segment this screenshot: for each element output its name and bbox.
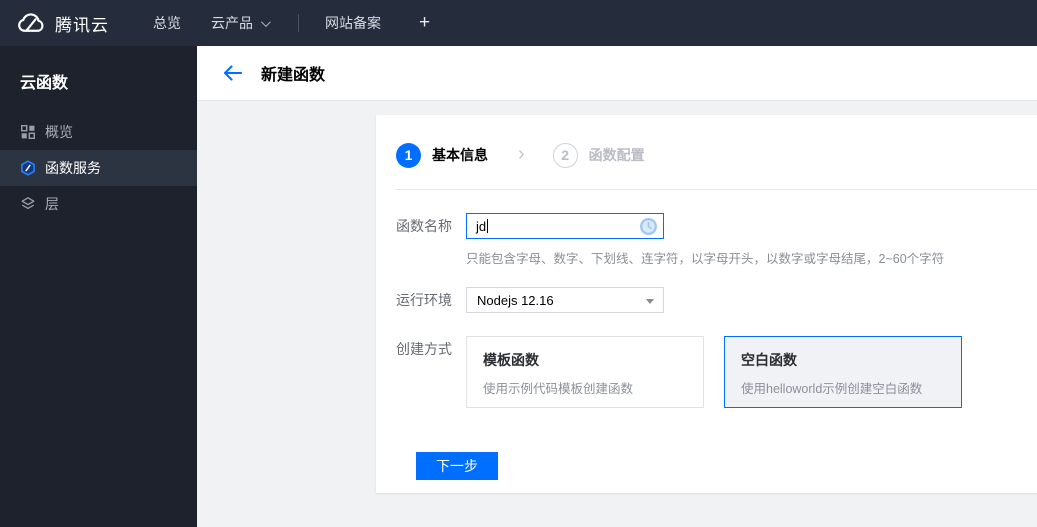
option-title: 空白函数 — [741, 352, 797, 368]
page-title: 新建函数 — [261, 67, 326, 84]
sidebar-item-function-service[interactable]: 函数服务 — [0, 150, 197, 186]
runtime-select[interactable]: Nodejs 12.16 — [466, 287, 664, 313]
back-button[interactable] — [223, 65, 242, 81]
select-caret-icon — [646, 299, 654, 304]
arrow-left-icon — [223, 65, 242, 81]
creation-method-options: 模板函数 使用示例代码模板创建函数 空白函数 使用helloworld示例创建空… — [466, 336, 962, 408]
section-divider — [396, 189, 1037, 190]
brand-name: 腾讯云 — [55, 15, 109, 35]
next-step-button[interactable]: 下一步 — [416, 452, 498, 480]
chevron-down-icon — [260, 16, 271, 27]
nav-cloud-products-label: 云产品 — [211, 15, 253, 31]
function-name-help: 只能包含字母、数字、下划线、连字符，以字母开头，以数字或字母结尾，2~60个字符 — [466, 252, 945, 266]
step-number-badge: 1 — [396, 142, 421, 168]
add-tab-button[interactable]: + — [419, 12, 430, 34]
topnav-divider — [298, 14, 299, 32]
option-desc: 使用示例代码模板创建函数 — [483, 382, 634, 396]
create-function-form: 函数名称 jd 只能包含字母、数字、下划线、连字符，以字母开头，以数字或字母结尾… — [396, 213, 1037, 480]
sidebar: 云函数 概览 函数服务 层 — [0, 46, 197, 527]
sidebar-item-label: 层 — [45, 196, 59, 212]
brand[interactable]: 腾讯云 — [16, 11, 109, 36]
topnav: 总览 云产品 网站备案 + — [153, 12, 430, 34]
step-label: 基本信息 — [432, 147, 488, 163]
option-desc: 使用helloworld示例创建空白函数 — [741, 382, 923, 396]
text-cursor — [487, 219, 489, 233]
chevron-right-icon: › — [518, 142, 525, 165]
option-title: 模板函数 — [483, 352, 539, 368]
function-name-row: 函数名称 jd — [396, 213, 1037, 239]
clock-pending-icon — [639, 217, 658, 241]
create-function-card: 1 基本信息 › 2 函数配置 函数名称 jd 只能包含字母、数字、下划线、连字… — [376, 115, 1037, 493]
option-template-function[interactable]: 模板函数 使用示例代码模板创建函数 — [466, 336, 704, 408]
sidebar-title: 云函数 — [20, 75, 69, 92]
content-area: 1 基本信息 › 2 函数配置 函数名称 jd 只能包含字母、数字、下划线、连字… — [197, 102, 1037, 527]
sidebar-item-label: 概览 — [45, 124, 73, 140]
sidebar-item-layers[interactable]: 层 — [0, 186, 197, 222]
sidebar-item-overview[interactable]: 概览 — [0, 114, 197, 150]
runtime-label: 运行环境 — [396, 292, 452, 308]
creation-method-label: 创建方式 — [396, 341, 452, 357]
step-basic-info: 1 基本信息 — [396, 142, 488, 168]
function-name-value: jd — [476, 218, 487, 234]
function-name-input[interactable]: jd — [466, 213, 664, 239]
nav-overview[interactable]: 总览 — [153, 13, 181, 33]
grid-icon — [20, 124, 36, 140]
runtime-row: 运行环境 Nodejs 12.16 — [396, 287, 1037, 313]
creation-method-row: 创建方式 模板函数 使用示例代码模板创建函数 空白函数 使用helloworld… — [396, 336, 1037, 408]
wizard-steps: 1 基本信息 › 2 函数配置 — [396, 142, 1037, 168]
runtime-selected-value: Nodejs 12.16 — [477, 292, 554, 308]
step-number-badge: 2 — [552, 142, 578, 168]
step-label: 函数配置 — [588, 147, 645, 163]
layers-icon — [20, 196, 36, 212]
option-blank-function[interactable]: 空白函数 使用helloworld示例创建空白函数 — [724, 336, 962, 408]
step-function-config: 2 函数配置 — [552, 142, 645, 168]
nav-cloud-products[interactable]: 云产品 — [211, 13, 271, 33]
topbar: 腾讯云 总览 云产品 网站备案 + — [0, 0, 1037, 46]
nav-icp-filing-label: 网站备案 — [325, 15, 381, 31]
sidebar-item-label: 函数服务 — [45, 160, 101, 176]
page-header: 新建函数 — [197, 46, 1037, 101]
nav-icp-filing[interactable]: 网站备案 — [325, 13, 381, 33]
function-hexagon-icon — [20, 160, 36, 176]
nav-overview-label: 总览 — [153, 15, 181, 31]
tencent-cloud-logo-icon — [16, 12, 46, 35]
function-name-label: 函数名称 — [396, 218, 452, 234]
